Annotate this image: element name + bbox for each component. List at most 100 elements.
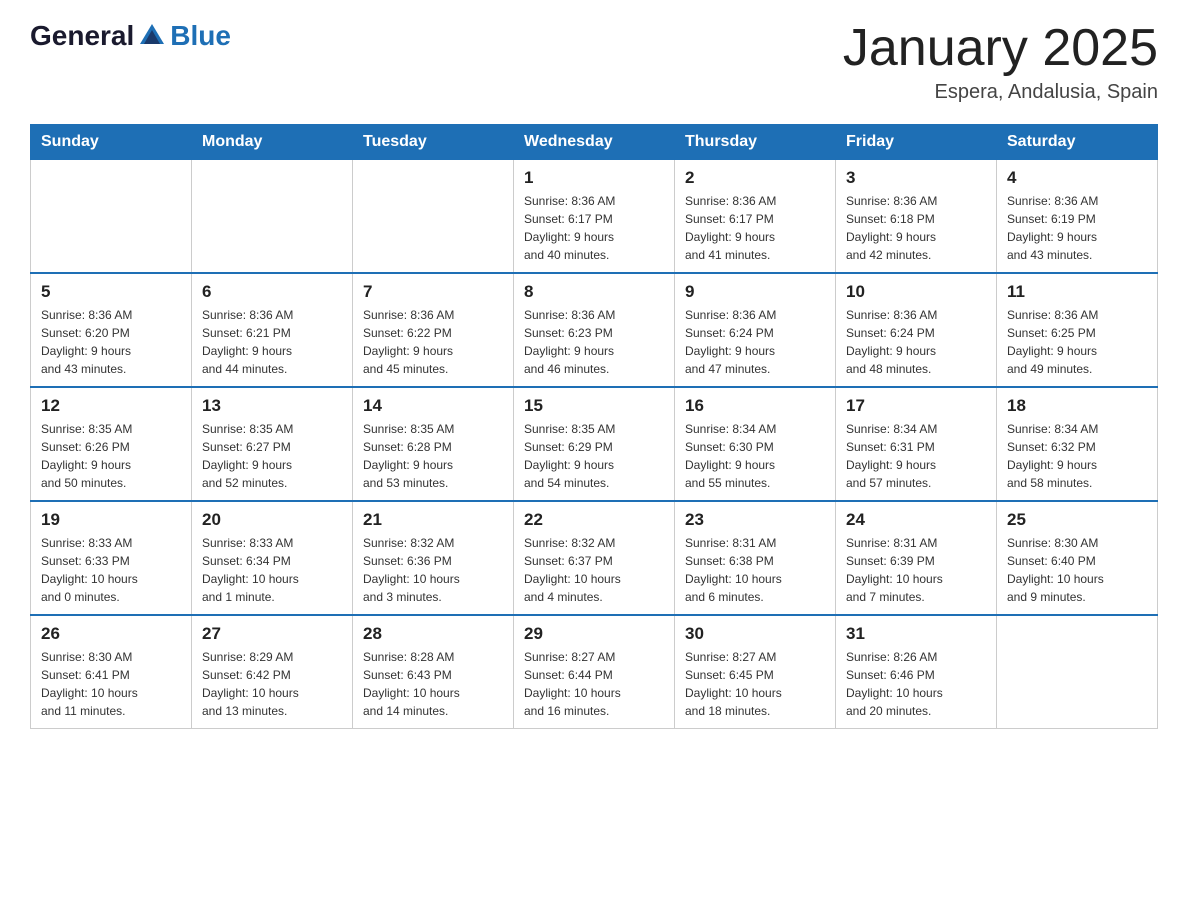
day-cell: 17 Sunrise: 8:34 AM Sunset: 6:31 PM Dayli… [836,387,997,501]
day-number: 24 [846,510,986,530]
day-number: 20 [202,510,342,530]
day-cell: 22 Sunrise: 8:32 AM Sunset: 6:37 PM Dayli… [514,501,675,615]
day-info: Sunrise: 8:36 AM Sunset: 6:17 PM Dayligh… [685,192,825,264]
day-info: Sunrise: 8:34 AM Sunset: 6:30 PM Dayligh… [685,420,825,492]
day-number: 16 [685,396,825,416]
day-number: 10 [846,282,986,302]
day-number: 17 [846,396,986,416]
day-cell: 13 Sunrise: 8:35 AM Sunset: 6:27 PM Dayli… [192,387,353,501]
header-saturday: Saturday [997,125,1158,160]
day-cell: 10 Sunrise: 8:36 AM Sunset: 6:24 PM Dayli… [836,273,997,387]
header-tuesday: Tuesday [353,125,514,160]
day-cell: 24 Sunrise: 8:31 AM Sunset: 6:39 PM Dayli… [836,501,997,615]
day-cell: 4 Sunrise: 8:36 AM Sunset: 6:19 PM Daylig… [997,160,1158,274]
day-cell: 26 Sunrise: 8:30 AM Sunset: 6:41 PM Dayli… [31,615,192,729]
day-number: 28 [363,624,503,644]
day-cell [192,160,353,274]
day-number: 23 [685,510,825,530]
header-row: SundayMondayTuesdayWednesdayThursdayFrid… [31,125,1158,160]
day-cell: 16 Sunrise: 8:34 AM Sunset: 6:30 PM Dayli… [675,387,836,501]
day-cell: 21 Sunrise: 8:32 AM Sunset: 6:36 PM Dayli… [353,501,514,615]
day-number: 15 [524,396,664,416]
day-info: Sunrise: 8:36 AM Sunset: 6:18 PM Dayligh… [846,192,986,264]
day-info: Sunrise: 8:35 AM Sunset: 6:27 PM Dayligh… [202,420,342,492]
day-info: Sunrise: 8:36 AM Sunset: 6:23 PM Dayligh… [524,306,664,378]
day-cell: 8Sunrise: 8:36 AM Sunset: 6:23 PM Daylig… [514,273,675,387]
day-cell: 19Sunrise: 8:33 AM Sunset: 6:33 PM Dayli… [31,501,192,615]
day-info: Sunrise: 8:28 AM Sunset: 6:43 PM Dayligh… [363,648,503,720]
day-info: Sunrise: 8:33 AM Sunset: 6:34 PM Dayligh… [202,534,342,606]
week-row-1: 1 Sunrise: 8:36 AM Sunset: 6:17 PM Daylig… [31,160,1158,274]
day-info: Sunrise: 8:36 AM Sunset: 6:17 PM Dayligh… [524,192,664,264]
day-number: 1 [524,168,664,188]
day-info: Sunrise: 8:35 AM Sunset: 6:28 PM Dayligh… [363,420,503,492]
day-info: Sunrise: 8:36 AM Sunset: 6:24 PM Dayligh… [846,306,986,378]
day-info: Sunrise: 8:36 AM Sunset: 6:21 PM Dayligh… [202,306,342,378]
day-info: Sunrise: 8:30 AM Sunset: 6:41 PM Dayligh… [41,648,181,720]
day-number: 14 [363,396,503,416]
day-cell: 27 Sunrise: 8:29 AM Sunset: 6:42 PM Dayli… [192,615,353,729]
day-number: 22 [524,510,664,530]
day-info: Sunrise: 8:36 AM Sunset: 6:25 PM Dayligh… [1007,306,1147,378]
calendar-title: January 2025 [843,20,1158,77]
day-info: Sunrise: 8:35 AM Sunset: 6:26 PM Dayligh… [41,420,181,492]
day-cell: 31Sunrise: 8:26 AM Sunset: 6:46 PM Dayli… [836,615,997,729]
day-cell [31,160,192,274]
day-number: 12 [41,396,181,416]
logo-general: General [30,20,134,52]
logo-icon [136,20,168,52]
header-monday: Monday [192,125,353,160]
day-info: Sunrise: 8:36 AM Sunset: 6:20 PM Dayligh… [41,306,181,378]
week-row-5: 26 Sunrise: 8:30 AM Sunset: 6:41 PM Dayli… [31,615,1158,729]
day-number: 5 [41,282,181,302]
day-number: 21 [363,510,503,530]
day-info: Sunrise: 8:32 AM Sunset: 6:36 PM Dayligh… [363,534,503,606]
day-number: 4 [1007,168,1147,188]
day-cell: 7Sunrise: 8:36 AM Sunset: 6:22 PM Daylig… [353,273,514,387]
day-cell: 15Sunrise: 8:35 AM Sunset: 6:29 PM Dayli… [514,387,675,501]
day-cell: 2 Sunrise: 8:36 AM Sunset: 6:17 PM Daylig… [675,160,836,274]
day-number: 29 [524,624,664,644]
day-cell: 6 Sunrise: 8:36 AM Sunset: 6:21 PM Daylig… [192,273,353,387]
day-info: Sunrise: 8:31 AM Sunset: 6:38 PM Dayligh… [685,534,825,606]
logo-blue: Blue [170,20,231,52]
day-number: 27 [202,624,342,644]
day-number: 26 [41,624,181,644]
day-number: 2 [685,168,825,188]
day-cell: 18Sunrise: 8:34 AM Sunset: 6:32 PM Dayli… [997,387,1158,501]
page-header: General Blue January 2025 Espera, Andalu… [30,20,1158,104]
day-cell: 9Sunrise: 8:36 AM Sunset: 6:24 PM Daylig… [675,273,836,387]
day-cell: 1 Sunrise: 8:36 AM Sunset: 6:17 PM Daylig… [514,160,675,274]
day-cell: 5 Sunrise: 8:36 AM Sunset: 6:20 PM Daylig… [31,273,192,387]
day-cell: 11Sunrise: 8:36 AM Sunset: 6:25 PM Dayli… [997,273,1158,387]
title-block: January 2025 Espera, Andalusia, Spain [843,20,1158,104]
day-info: Sunrise: 8:36 AM Sunset: 6:19 PM Dayligh… [1007,192,1147,264]
logo: General Blue [30,20,231,52]
header-thursday: Thursday [675,125,836,160]
week-row-2: 5 Sunrise: 8:36 AM Sunset: 6:20 PM Daylig… [31,273,1158,387]
week-row-3: 12 Sunrise: 8:35 AM Sunset: 6:26 PM Dayli… [31,387,1158,501]
header-wednesday: Wednesday [514,125,675,160]
day-cell: 23 Sunrise: 8:31 AM Sunset: 6:38 PM Dayli… [675,501,836,615]
day-number: 6 [202,282,342,302]
day-info: Sunrise: 8:32 AM Sunset: 6:37 PM Dayligh… [524,534,664,606]
day-cell: 12 Sunrise: 8:35 AM Sunset: 6:26 PM Dayli… [31,387,192,501]
day-number: 18 [1007,396,1147,416]
calendar-table: SundayMondayTuesdayWednesdayThursdayFrid… [30,124,1158,729]
day-cell: 29Sunrise: 8:27 AM Sunset: 6:44 PM Dayli… [514,615,675,729]
day-number: 31 [846,624,986,644]
header-sunday: Sunday [31,125,192,160]
day-info: Sunrise: 8:31 AM Sunset: 6:39 PM Dayligh… [846,534,986,606]
day-number: 7 [363,282,503,302]
day-number: 3 [846,168,986,188]
day-cell [997,615,1158,729]
day-cell: 14 Sunrise: 8:35 AM Sunset: 6:28 PM Dayli… [353,387,514,501]
header-friday: Friday [836,125,997,160]
day-info: Sunrise: 8:29 AM Sunset: 6:42 PM Dayligh… [202,648,342,720]
day-info: Sunrise: 8:36 AM Sunset: 6:24 PM Dayligh… [685,306,825,378]
day-number: 13 [202,396,342,416]
day-info: Sunrise: 8:34 AM Sunset: 6:31 PM Dayligh… [846,420,986,492]
day-cell [353,160,514,274]
day-cell: 30Sunrise: 8:27 AM Sunset: 6:45 PM Dayli… [675,615,836,729]
week-row-4: 19Sunrise: 8:33 AM Sunset: 6:33 PM Dayli… [31,501,1158,615]
